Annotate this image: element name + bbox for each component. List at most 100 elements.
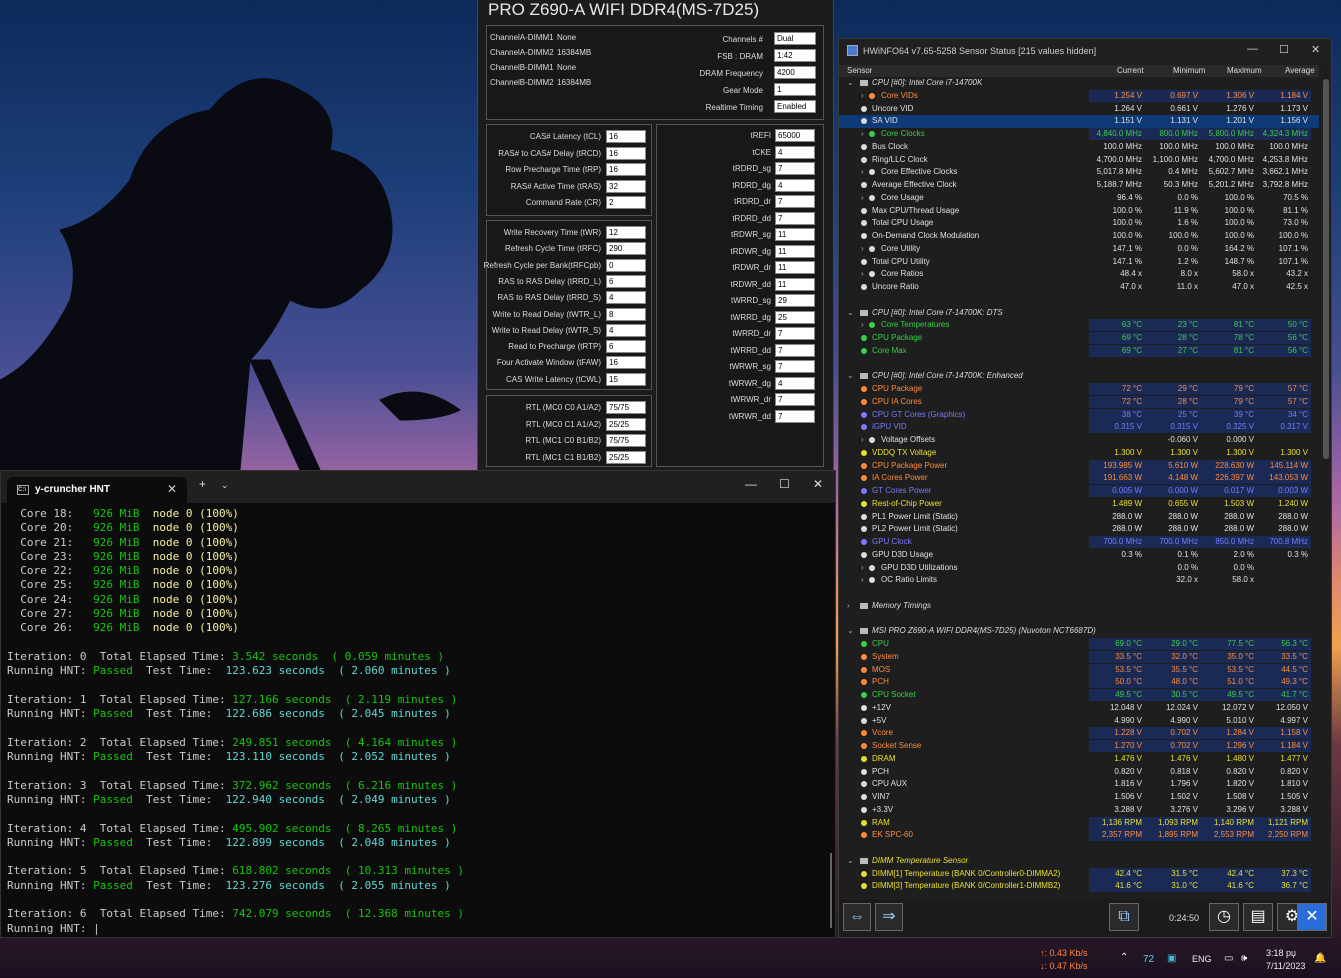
timing-value[interactable]: 29 [775, 294, 815, 307]
timing-value[interactable]: 8 [606, 307, 646, 321]
sensor-row[interactable]: CPU Package Power 193.985 W 5.610 W 228.630… [839, 459, 1319, 473]
timing-value[interactable]: 25/25 [606, 450, 646, 464]
sensor-group[interactable]: ⌄ CPU [#0]: Intel Core i7-14700K: Enhance… [839, 370, 1319, 383]
sensor-row[interactable]: CPU Socket 49.5 °C 30.5 °C 49.5 °C 41.7 °C [839, 689, 1319, 702]
sensor-row[interactable]: On-Demand Clock Modulation 100.0 % 100.0 %… [839, 230, 1319, 243]
timing-value[interactable]: 11 [775, 261, 815, 274]
sensor-row[interactable]: › Voltage Offsets -0.060 V 0.000 V [839, 434, 1319, 447]
report-icon[interactable]: ▤ [1243, 903, 1273, 931]
chevron-down-icon[interactable]: ⌄ [847, 625, 854, 637]
chevron-down-icon[interactable]: ⌄ [847, 855, 854, 867]
chevron-right-icon[interactable]: › [861, 574, 864, 586]
scrollbar[interactable] [1323, 79, 1329, 459]
timing-value[interactable]: 4 [775, 145, 815, 159]
timing-value[interactable]: 16 [606, 163, 646, 176]
clock-date[interactable]: 7/11/2023 [1266, 961, 1305, 971]
sensor-row[interactable]: +3.3V 3.288 V 3.276 V 3.296 V 3.288 V [839, 804, 1319, 817]
sensor-row[interactable]: Bus Clock 100.0 MHz 100.0 MHz 100.0 MHz 100.… [839, 141, 1319, 154]
language-indicator[interactable]: ENG [1192, 954, 1212, 964]
chevron-right-icon[interactable]: › [861, 166, 864, 178]
chevron-right-icon[interactable]: › [861, 128, 864, 140]
summary-value[interactable]: Enabled [774, 100, 816, 113]
terminal-output[interactable]: Core 18: 926 MiB node 0 (100%) Core 20: … [7, 507, 827, 936]
close-icon[interactable]: ✕ [813, 477, 823, 491]
sensor-row[interactable]: DIMM[1] Temperature (BANK 0/Controller0-… [839, 867, 1319, 881]
timing-value[interactable]: 12 [606, 226, 646, 239]
timing-value[interactable]: 4 [775, 376, 815, 390]
timing-value[interactable]: 6 [606, 340, 646, 354]
timing-value[interactable]: 25/25 [606, 417, 646, 431]
sensor-row[interactable]: Uncore Ratio 47.0 x 11.0 x 47.0 x 42.5 x [839, 281, 1319, 294]
timing-value[interactable]: 65000 [775, 129, 815, 142]
scrollbar[interactable] [830, 853, 832, 928]
timing-value[interactable]: 6 [606, 274, 646, 288]
sensor-row[interactable]: PCH 50.0 °C 48.0 °C 51.0 °C 49.3 °C [839, 676, 1319, 689]
chevron-right-icon[interactable]: › [847, 600, 850, 612]
clock-time[interactable]: 3:18 рџ [1266, 948, 1296, 958]
timing-value[interactable]: 75/75 [606, 434, 646, 447]
timing-value[interactable]: 7 [775, 195, 815, 208]
speaker-icon[interactable]: 🕪 [1241, 953, 1247, 964]
chevron-right-icon[interactable]: › [861, 319, 864, 331]
timing-value[interactable]: 2 [606, 196, 646, 209]
sensor-group[interactable]: ⌄ CPU [#0]: Intel Core i7-14700K [839, 77, 1319, 90]
chevron-down-icon[interactable]: ⌄ [847, 307, 854, 319]
timing-value[interactable]: 32 [606, 179, 646, 193]
chevron-up-icon[interactable]: ⌃ [1120, 952, 1128, 963]
sensor-row[interactable]: iGPU VID 0.315 V 0.315 V 0.325 V 0.317 V [839, 421, 1319, 434]
sensor-row[interactable]: CPU AUX 1.816 V 1.796 V 1.820 V 1.810 V [839, 778, 1319, 791]
chevron-right-icon[interactable]: › [861, 434, 864, 446]
sensor-row[interactable]: › GPU D3D Utilizations 0.0 % 0.0 % [839, 562, 1319, 575]
chevron-down-icon[interactable]: ⌄ [847, 370, 854, 382]
chevron-right-icon[interactable]: › [861, 192, 864, 204]
sensor-row[interactable]: PL1 Power Limit (Static) 288.0 W 288.0 W 28… [839, 511, 1319, 524]
clock-icon[interactable]: ◷ [1209, 903, 1239, 931]
summary-value[interactable]: 1 [774, 83, 816, 96]
timing-value[interactable]: 11 [775, 244, 815, 258]
col-current[interactable]: Current [1117, 66, 1144, 75]
sensor-group[interactable]: ⌄ CPU [#0]: Intel Core i7-14700K: DTS [839, 307, 1319, 320]
sensor-row[interactable]: › Core VIDs 1.254 V 0.697 V 1.306 V 1.184 V [839, 89, 1319, 103]
sensor-row[interactable]: Max CPU/Thread Usage 100.0 % 11.9 % 100.0 %… [839, 205, 1319, 218]
sensor-row[interactable]: CPU IA Cores 72 °C 28 °C 79 °C 57 °C [839, 395, 1319, 409]
timing-value[interactable]: 16 [606, 130, 646, 143]
minimize-icon[interactable]: — [745, 477, 757, 491]
summary-value[interactable]: 4200 [774, 66, 816, 79]
sensor-row[interactable]: › Core Effective Clocks 5,017.8 MHz 0.4 MHz… [839, 166, 1319, 179]
close-icon[interactable]: ✕ [1311, 43, 1320, 56]
sensor-row[interactable]: VIN7 1.506 V 1.502 V 1.508 V 1.505 V [839, 791, 1319, 804]
sensor-row[interactable]: MOS 53.5 °C 35.5 °C 53.5 °C 44.5 °C [839, 663, 1319, 677]
maximize-icon[interactable]: ☐ [779, 477, 790, 491]
sensor-row[interactable]: › OC Ratio Limits 32.0 x 58.0 x [839, 574, 1319, 587]
maximize-icon[interactable]: ☐ [1279, 43, 1289, 56]
sensor-row[interactable]: CPU Package 72 °C 29 °C 79 °C 57 °C [839, 383, 1319, 396]
timing-value[interactable]: 4 [606, 291, 646, 305]
sensor-row[interactable]: GPU D3D Usage 0.3 % 0.1 % 2.0 % 0.3 % [839, 549, 1319, 562]
sensor-row[interactable]: › Core Utility 147.1 % 0.0 % 164.2 % 107.1 % [839, 243, 1319, 256]
sensor-row[interactable]: Uncore VID 1.264 V 0.661 V 1.276 V 1.173 V [839, 103, 1319, 116]
sensor-group[interactable]: ⌄ DIMM Temperature Sensor [839, 855, 1319, 868]
chevron-right-icon[interactable]: › [861, 243, 864, 255]
timing-value[interactable]: 290 [606, 242, 646, 256]
timing-value[interactable]: 7 [775, 409, 815, 423]
summary-value[interactable]: Dual [774, 32, 816, 45]
timing-value[interactable]: 7 [775, 211, 815, 225]
sensor-row[interactable]: DIMM[3] Temperature (BANK 0/Controller1-… [839, 880, 1319, 893]
sensor-row[interactable]: EK SPC-60 2,357 RPM 1,895 RPM 2,553 RPM 2,25… [839, 829, 1319, 842]
app-tray-icon[interactable]: ▣ [1167, 953, 1176, 964]
arrows-right-icon[interactable]: ⇒ [875, 903, 903, 931]
sensor-row[interactable]: PCH 0.820 V 0.818 V 0.820 V 0.820 V [839, 766, 1319, 779]
network-icon[interactable]: ⧉ [1109, 903, 1139, 931]
minimize-icon[interactable]: — [1247, 43, 1258, 55]
col-average[interactable]: Average [1285, 66, 1315, 75]
timing-value[interactable]: 4 [775, 178, 815, 192]
timing-value[interactable]: 15 [606, 372, 646, 386]
summary-value[interactable]: 1:42 [774, 49, 816, 62]
col-minimum[interactable]: Minimum [1173, 66, 1205, 75]
timing-value[interactable]: 7 [775, 327, 815, 340]
sensor-row[interactable]: Average Effective Clock 5,188.7 MHz 50.3 M… [839, 179, 1319, 192]
timing-value[interactable]: 11 [775, 277, 815, 291]
sensor-row[interactable]: +5V 4.990 V 4.990 V 5.010 V 4.997 V [839, 715, 1319, 728]
sensor-row[interactable]: › Core Temperatures 63 °C 23 °C 81 °C 50 °C [839, 319, 1319, 332]
timing-value[interactable]: 16 [606, 146, 646, 160]
